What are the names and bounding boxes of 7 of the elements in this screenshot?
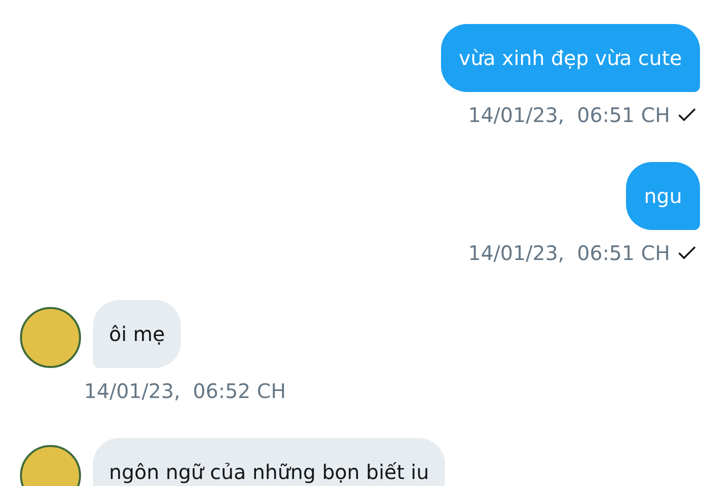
message-bubble: ngôn ngữ của những bọn biết iu	[93, 438, 446, 486]
message-bubble: vừa xinh đẹp vừa cute	[440, 24, 700, 92]
message-timestamp: 14/01/23, 06:52 CH	[84, 378, 286, 405]
message-timestamp: 14/01/23, 06:51 CH	[468, 102, 670, 129]
message-bubble: ôi mẹ	[93, 300, 181, 368]
message-timestamp: 14/01/23, 06:51 CH	[468, 240, 670, 267]
message-bubble: ngu	[626, 162, 700, 230]
